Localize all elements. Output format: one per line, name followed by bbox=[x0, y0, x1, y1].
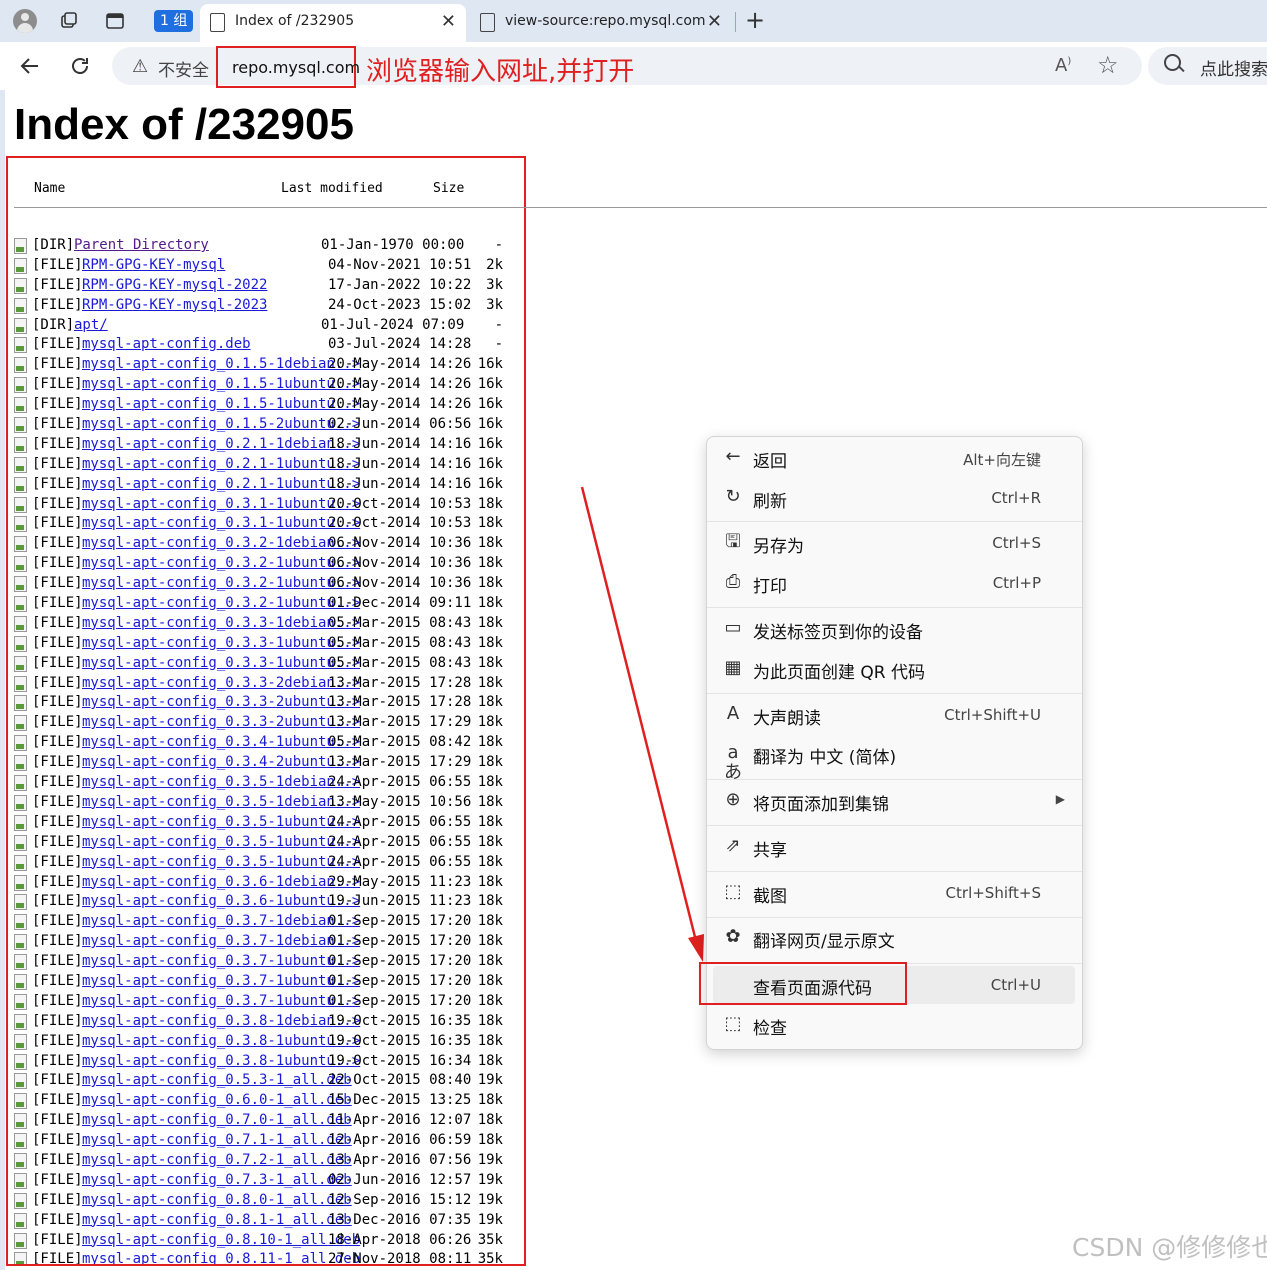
menu-item-label: 刷新 bbox=[753, 492, 787, 512]
arrow-line bbox=[580, 486, 699, 946]
menu-item-shortcut: Ctrl+Shift+S bbox=[945, 884, 1041, 902]
inspect-icon: ⬚ bbox=[724, 1013, 742, 1034]
menu-item-collections[interactable]: ⊕ 将页面添加到集锦 ▶ bbox=[713, 782, 1075, 820]
menu-item-label: 翻译为 中文 (简体) bbox=[753, 748, 897, 768]
menu-separator bbox=[707, 825, 1082, 826]
menu-separator bbox=[707, 917, 1082, 918]
menu-item-label: 翻译网页/显示原文 bbox=[753, 932, 895, 952]
menu-item-screenshot[interactable]: ⬚ 截图 Ctrl+Shift+S bbox=[713, 874, 1075, 912]
collections-icon: ⊕ bbox=[725, 789, 741, 810]
menu-item-label: 打印 bbox=[753, 577, 787, 597]
menu-item-print[interactable]: ⎙ 打印 Ctrl+P bbox=[713, 564, 1075, 602]
menu-item-share[interactable]: ⇗ 共享 bbox=[713, 828, 1075, 866]
menu-item-refresh[interactable]: ↻ 刷新 Ctrl+R bbox=[713, 479, 1075, 517]
menu-item-translate[interactable]: aあ 翻译为 中文 (简体) bbox=[713, 735, 1075, 783]
screenshot-icon: ⬚ bbox=[724, 881, 742, 902]
menu-item-label: 将页面添加到集锦 bbox=[753, 795, 889, 815]
menu-item-label: 为此页面创建 QR 代码 bbox=[753, 663, 926, 683]
menu-item-label: 另存为 bbox=[753, 537, 804, 557]
menu-item-inspect[interactable]: ⬚ 检查 bbox=[713, 1006, 1075, 1044]
arrow-head bbox=[688, 934, 704, 962]
qr-code-icon: ▦ bbox=[724, 657, 742, 678]
menu-separator bbox=[707, 779, 1082, 780]
menu-item-label: 检查 bbox=[753, 1019, 787, 1039]
menu-item-read-aloud[interactable]: A 大声朗读 Ctrl+Shift+U bbox=[713, 696, 1075, 734]
menu-item-save[interactable]: 🖫 另存为 Ctrl+S bbox=[713, 524, 1075, 562]
menu-item-shortcut: Ctrl+R bbox=[991, 489, 1041, 507]
menu-item-shortcut: Ctrl+P bbox=[992, 574, 1041, 592]
menu-item-qr-code[interactable]: ▦ 为此页面创建 QR 代码 bbox=[713, 650, 1075, 688]
menu-item-label: 发送标签页到你的设备 bbox=[753, 623, 923, 643]
translate-icon: aあ bbox=[724, 742, 742, 783]
menu-item-label: 返回 bbox=[753, 452, 787, 472]
back-icon: ← bbox=[725, 446, 741, 467]
read-aloud-icon: A bbox=[726, 703, 740, 724]
menu-item-label: 大声朗读 bbox=[753, 709, 821, 729]
menu-separator bbox=[707, 607, 1082, 608]
menu-item-label: 截图 bbox=[753, 887, 787, 907]
send-device-icon: ▭ bbox=[724, 617, 742, 638]
menu-item-shortcut: Ctrl+S bbox=[992, 534, 1041, 552]
menu-item-translate-page[interactable]: ✿ 翻译网页/显示原文 bbox=[713, 919, 1075, 957]
print-icon: ⎙ bbox=[725, 571, 741, 592]
menu-item-shortcut: Ctrl+U bbox=[990, 976, 1041, 994]
share-icon: ⇗ bbox=[725, 835, 741, 856]
menu-item-shortcut: Ctrl+Shift+U bbox=[944, 706, 1041, 724]
menu-item-back[interactable]: ← 返回 Alt+向左键 bbox=[713, 439, 1075, 477]
menu-item-send-device[interactable]: ▭ 发送标签页到你的设备 bbox=[713, 610, 1075, 648]
menu-item-shortcut: Alt+向左键 bbox=[963, 451, 1041, 469]
translate-page-icon: ✿ bbox=[725, 926, 741, 947]
menu-separator bbox=[707, 521, 1082, 522]
menu-item-label: 共享 bbox=[753, 841, 787, 861]
menu-separator bbox=[707, 871, 1082, 872]
save-icon: 🖫 bbox=[725, 531, 741, 552]
watermark: CSDN @修修修也 bbox=[1072, 1233, 1267, 1262]
submenu-arrow-icon: ▶ bbox=[1055, 792, 1065, 806]
view-source-highlight-box bbox=[699, 962, 907, 1005]
refresh-icon: ↻ bbox=[725, 486, 741, 507]
context-menu: ← 返回 Alt+向左键 ↻ 刷新 Ctrl+R 🖫 另存为 Ctrl+S ⎙ 打印 Ctrl+P ▭ 发… bbox=[706, 436, 1083, 1050]
menu-separator bbox=[707, 693, 1082, 694]
